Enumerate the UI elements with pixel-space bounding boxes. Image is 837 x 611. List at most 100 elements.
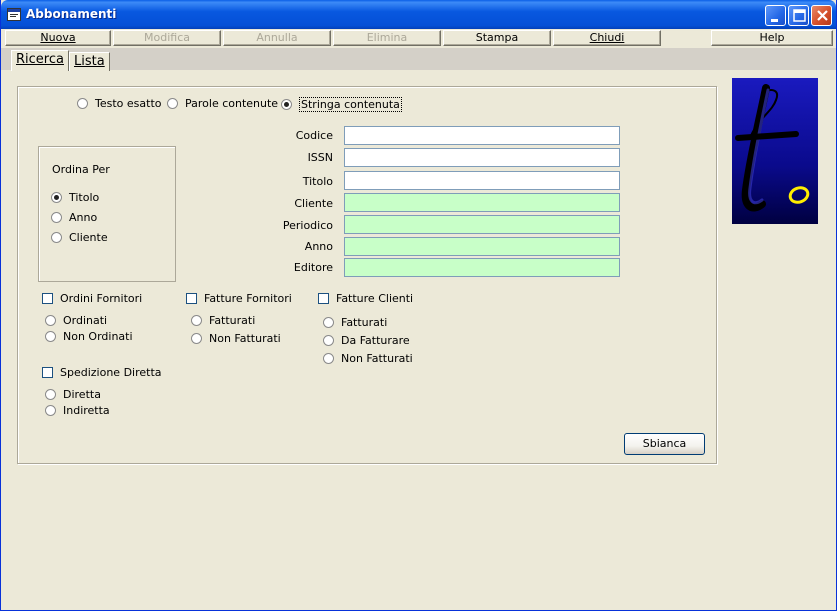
sbianca-label: Sbianca [642,437,687,450]
radio-dot [45,405,56,416]
radio-indiretta[interactable]: Indiretta [45,404,110,417]
radio-clienti-non-fatturati[interactable]: Non Fatturati [323,352,413,365]
checkbox-label: Spedizione Diretta [60,366,162,379]
radio-clienti-da-fatturare[interactable]: Da Fatturare [323,334,410,347]
checkbox-box [42,367,53,378]
chiudi-button[interactable]: Chiudi [553,30,661,46]
fatture-fornitori-checkbox[interactable]: Fatture Fornitori [186,292,292,305]
radio-diretta[interactable]: Diretta [45,388,101,401]
radio-label: Testo esatto [95,97,162,110]
issn-field[interactable] [344,148,620,167]
modifica-label: Modifica [144,31,190,44]
maximize-icon [793,9,806,22]
periodico-label: Periodico [282,219,333,232]
radio-label: Stringa contenuta [299,97,402,112]
radio-dot [323,353,334,364]
radio-label: Diretta [63,388,101,401]
maximize-button[interactable] [788,5,809,26]
modifica-button[interactable]: Modifica [113,30,221,46]
spedizione-diretta-checkbox[interactable]: Spedizione Diretta [42,366,162,379]
radio-dot [191,315,202,326]
radio-dot [45,315,56,326]
tab-ricerca-label: Ricerca [16,52,64,67]
radio-label: Cliente [69,231,108,244]
radio-dot [51,212,62,223]
codice-field[interactable] [344,126,620,145]
radio-dot [167,98,178,109]
radio-label: Indiretta [63,404,110,417]
tab-lista-label: Lista [74,54,105,69]
radio-fornitori-non-fatturati[interactable]: Non Fatturati [191,332,281,345]
to-logo [732,78,818,224]
main-window: Abbonamenti Nuova Modifica Annulla Elimi… [0,0,837,611]
close-icon [817,10,828,21]
toolbar: Nuova Modifica Annulla Elimina Stampa Ch… [3,29,835,47]
radio-ordinati[interactable]: Ordinati [45,314,107,327]
anno-label: Anno [304,240,333,253]
tab-strip [1,48,836,70]
radio-clienti-fatturati[interactable]: Fatturati [323,316,387,329]
window-title: Abbonamenti [26,7,117,21]
checkbox-label: Fatture Clienti [336,292,414,305]
sort-radio-anno[interactable]: Anno [51,211,97,224]
nuova-button[interactable]: Nuova [5,30,111,46]
radio-label: Ordinati [63,314,108,327]
radio-testo-esatto[interactable]: Testo esatto [77,97,161,110]
elimina-label: Elimina [366,31,408,44]
radio-dot-selected [281,99,292,110]
codice-label: Codice [295,129,333,142]
radio-dot-selected [51,192,62,203]
titolo-field[interactable] [344,171,620,190]
checkbox-box [186,293,197,304]
checkbox-label: Fatture Fornitori [204,292,292,305]
anno-field[interactable] [344,237,620,256]
radio-label: Parole contenute [185,97,279,110]
radio-dot [323,317,334,328]
radio-fornitori-fatturati[interactable]: Fatturati [191,314,255,327]
tab-ricerca[interactable]: Ricerca [11,50,69,71]
sort-group-title: Ordina Per [52,163,110,176]
cliente-label: Cliente [294,197,333,210]
radio-non-ordinati[interactable]: Non Ordinati [45,330,133,343]
tab-lista[interactable]: Lista [69,52,110,71]
radio-dot [77,98,88,109]
radio-label: Fatturati [341,316,388,329]
radio-label: Non Fatturati [341,352,413,365]
radio-stringa-contenuta[interactable]: Stringa contenuta [281,97,402,112]
minimize-button[interactable] [765,5,786,26]
close-button[interactable] [811,5,832,26]
editore-label: Editore [293,261,333,274]
issn-label: ISSN [307,151,333,164]
stampa-button[interactable]: Stampa [443,30,551,46]
radio-dot [45,331,56,342]
ordini-fornitori-checkbox[interactable]: Ordini Fornitori [42,292,142,305]
radio-label: Fatturati [209,314,256,327]
help-button[interactable]: Help [711,30,833,46]
radio-label: Anno [69,211,98,224]
fatture-clienti-checkbox[interactable]: Fatture Clienti [318,292,413,305]
checkbox-box [42,293,53,304]
annulla-button[interactable]: Annulla [223,30,331,46]
radio-dot [191,333,202,344]
editore-field[interactable] [344,258,620,277]
title-bar[interactable]: Abbonamenti [1,0,836,29]
annulla-label: Annulla [256,31,298,44]
stampa-label: Stampa [475,31,519,44]
help-label: Help [759,31,785,44]
radio-label: Titolo [69,191,100,204]
radio-dot [323,335,334,346]
radio-label: Non Fatturati [209,332,281,345]
radio-label: Da Fatturare [341,334,410,347]
sort-radio-titolo[interactable]: Titolo [51,191,99,204]
sbianca-button[interactable]: Sbianca [624,433,705,455]
sort-radio-cliente[interactable]: Cliente [51,231,108,244]
app-window-icon [7,8,21,21]
radio-parole-contenute[interactable]: Parole contenute [167,97,278,110]
checkbox-box [318,293,329,304]
cliente-field[interactable] [344,193,620,212]
radio-dot [45,389,56,400]
elimina-button[interactable]: Elimina [333,30,441,46]
checkbox-label: Ordini Fornitori [60,292,143,305]
minimize-icon [771,19,778,22]
periodico-field[interactable] [344,215,620,234]
